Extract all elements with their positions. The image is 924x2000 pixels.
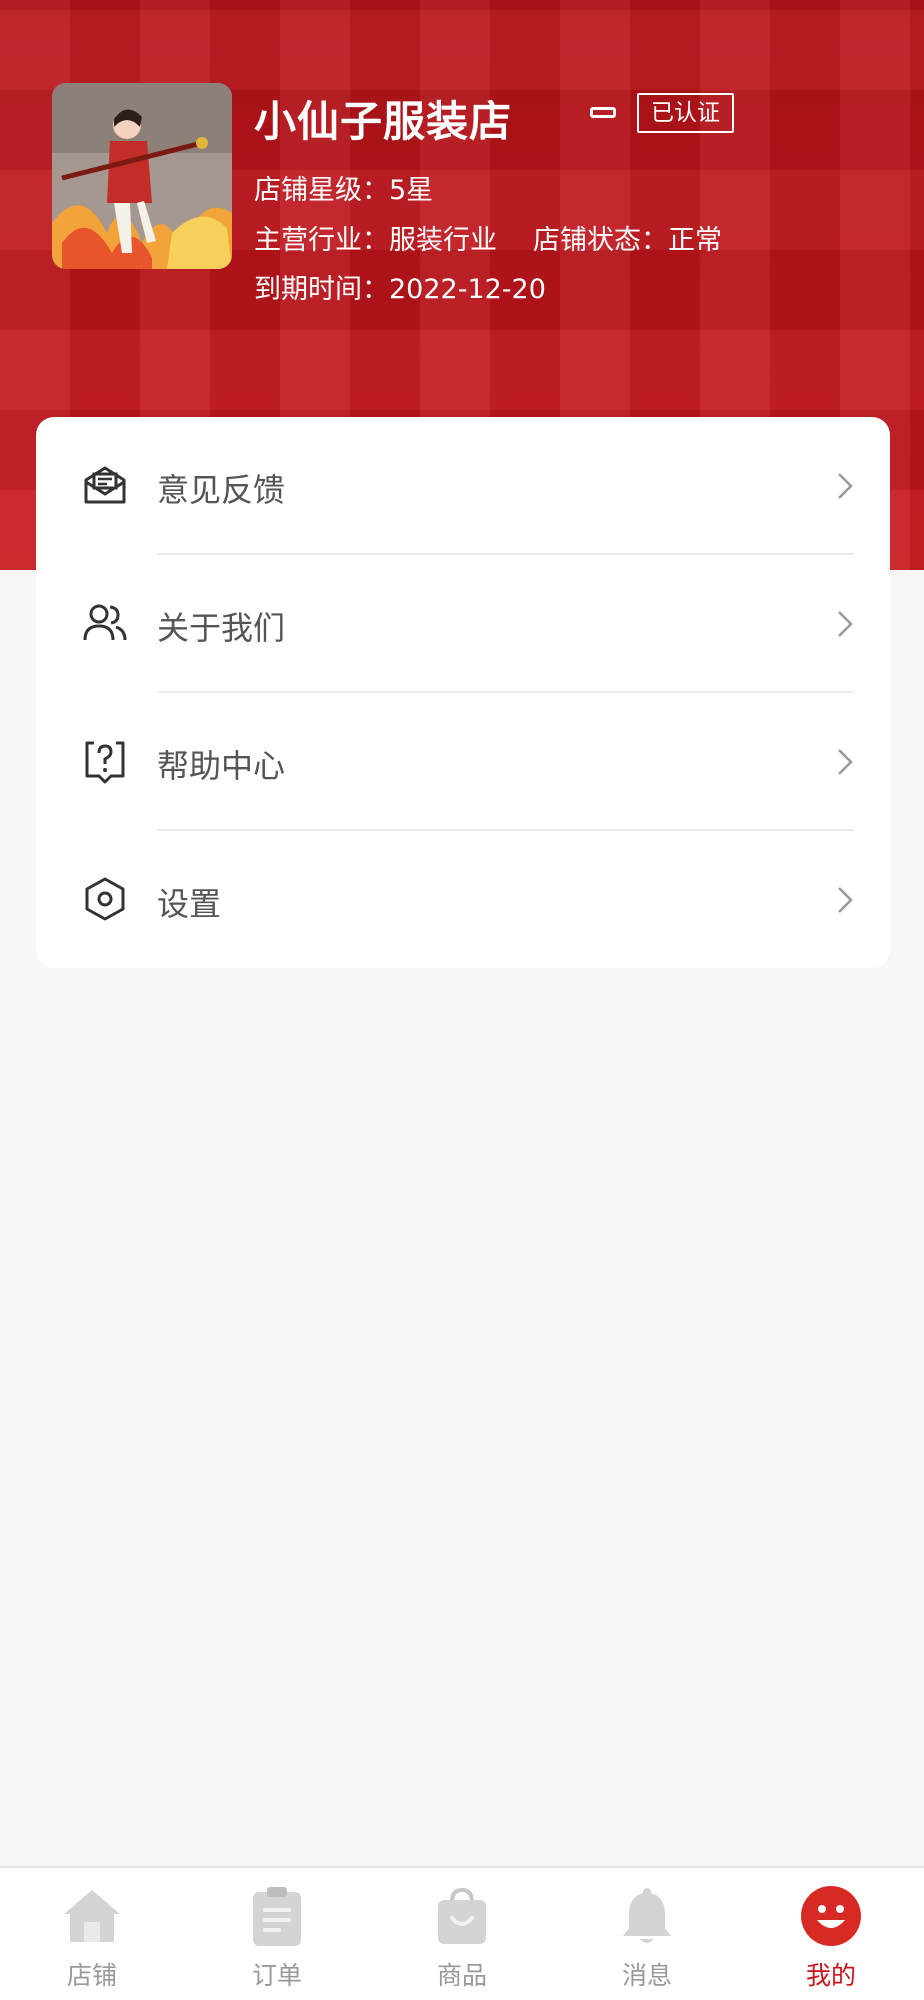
chevron-right-icon: [838, 887, 853, 913]
shop-rating: 店铺星级：5星: [254, 175, 434, 206]
menu-item-settings[interactable]: 设置: [36, 831, 890, 969]
shop-industry-status-row: 主营行业：服装行业 店铺状态：正常: [254, 218, 722, 257]
tab-label: 订单: [251, 1961, 302, 1990]
minus-icon: [590, 107, 616, 118]
shop-industry: 主营行业：服装行业: [254, 225, 497, 256]
chevron-right-icon: [838, 749, 853, 775]
shop-status: 店铺状态：正常: [533, 225, 722, 256]
shop-name: 小仙子服装店: [254, 97, 513, 146]
chevron-right-icon: [838, 473, 853, 499]
users-icon: [83, 604, 127, 641]
feedback-envelope-icon: [84, 466, 126, 504]
tab-messages[interactable]: 消息: [587, 1868, 707, 2000]
tab-mine[interactable]: 我的: [771, 1868, 891, 2000]
menu-item-label: 关于我们: [157, 609, 286, 647]
menu-item-label: 帮助中心: [157, 747, 286, 785]
verified-badge: 已认证: [637, 93, 734, 133]
avatar-illustration: [52, 83, 232, 269]
home-icon: [64, 1890, 120, 1942]
tab-products[interactable]: 商品: [402, 1868, 522, 2000]
chevron-right-icon: [838, 611, 853, 637]
menu-item-label: 设置: [157, 885, 222, 923]
help-question-icon: [85, 741, 125, 784]
tab-label: 商品: [436, 1961, 487, 1990]
menu-card: 意见反馈 关于我们 帮助中心 设置: [36, 417, 890, 968]
tab-orders[interactable]: 订单: [217, 1868, 337, 2000]
order-clipboard-icon: [253, 1887, 301, 1946]
menu-item-about[interactable]: 关于我们: [36, 555, 890, 693]
menu-item-help[interactable]: 帮助中心: [36, 693, 890, 831]
tab-store[interactable]: 店铺: [32, 1868, 152, 2000]
bell-icon: [623, 1888, 671, 1943]
shop-expiry: 到期时间：2022-12-20: [254, 274, 546, 305]
settings-hexagon-icon: [85, 877, 125, 921]
shopping-bag-icon: [438, 1887, 486, 1944]
smiley-profile-icon: [801, 1886, 861, 1946]
tab-label: 我的: [805, 1961, 856, 1990]
profile-page: 小仙子服装店 已认证 店铺星级：5星 主营行业：服装行业 店铺状态：正常 到期时间…: [0, 0, 924, 2000]
bottom-tab-bar: 店铺 订单 商品 消息 我的: [0, 1866, 924, 2000]
shop-avatar[interactable]: [52, 83, 232, 269]
menu-item-feedback[interactable]: 意见反馈: [36, 417, 890, 555]
menu-item-label: 意见反馈: [157, 471, 286, 509]
tab-label: 店铺: [66, 1961, 117, 1990]
tab-label: 消息: [621, 1961, 672, 1990]
